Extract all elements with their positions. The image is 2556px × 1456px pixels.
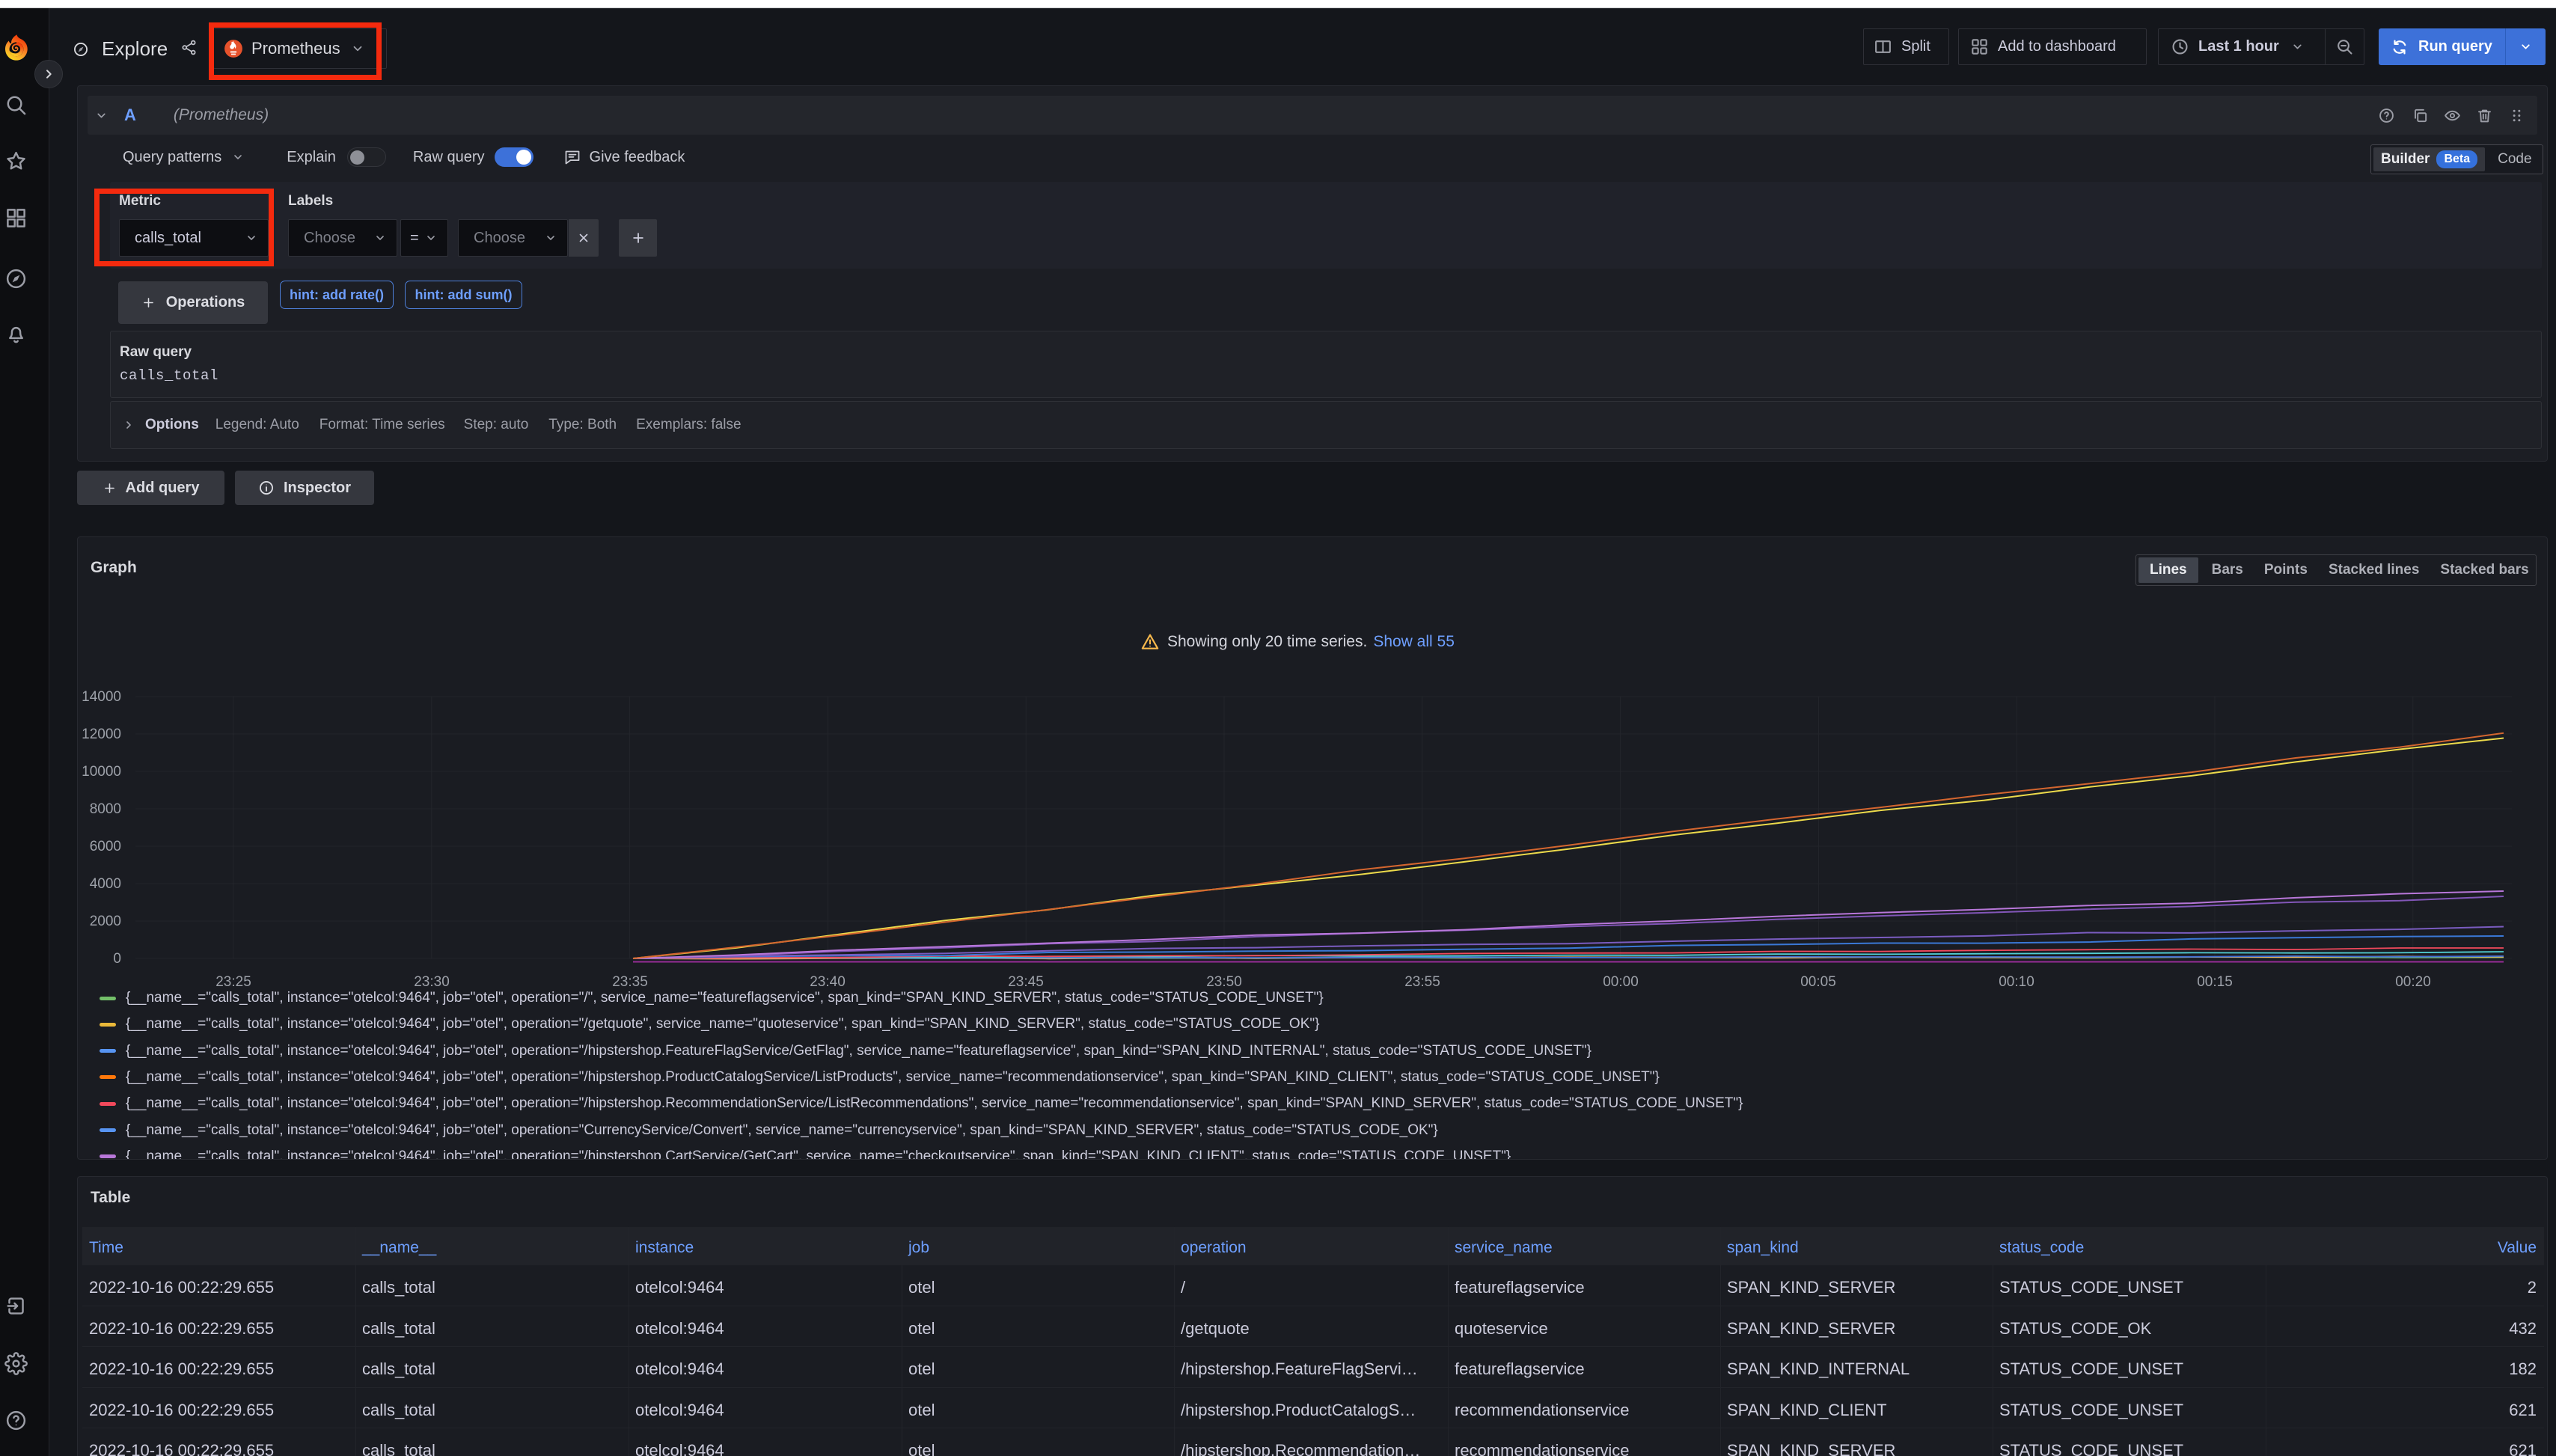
svg-text:12000: 12000	[82, 727, 121, 742]
svg-text:00:20: 00:20	[2395, 974, 2431, 990]
svg-text:00:05: 00:05	[1800, 974, 1836, 990]
svg-text:2000: 2000	[90, 914, 121, 929]
svg-text:10000: 10000	[82, 764, 121, 780]
svg-text:00:10: 00:10	[1999, 974, 2034, 990]
svg-text:6000: 6000	[90, 839, 121, 854]
svg-text:0: 0	[113, 951, 121, 967]
svg-text:00:00: 00:00	[1603, 974, 1639, 990]
svg-text:00:15: 00:15	[2197, 974, 2233, 990]
svg-text:4000: 4000	[90, 876, 121, 892]
svg-text:8000: 8000	[90, 801, 121, 817]
svg-text:23:55: 23:55	[1404, 974, 1440, 990]
svg-text:14000: 14000	[82, 689, 121, 705]
